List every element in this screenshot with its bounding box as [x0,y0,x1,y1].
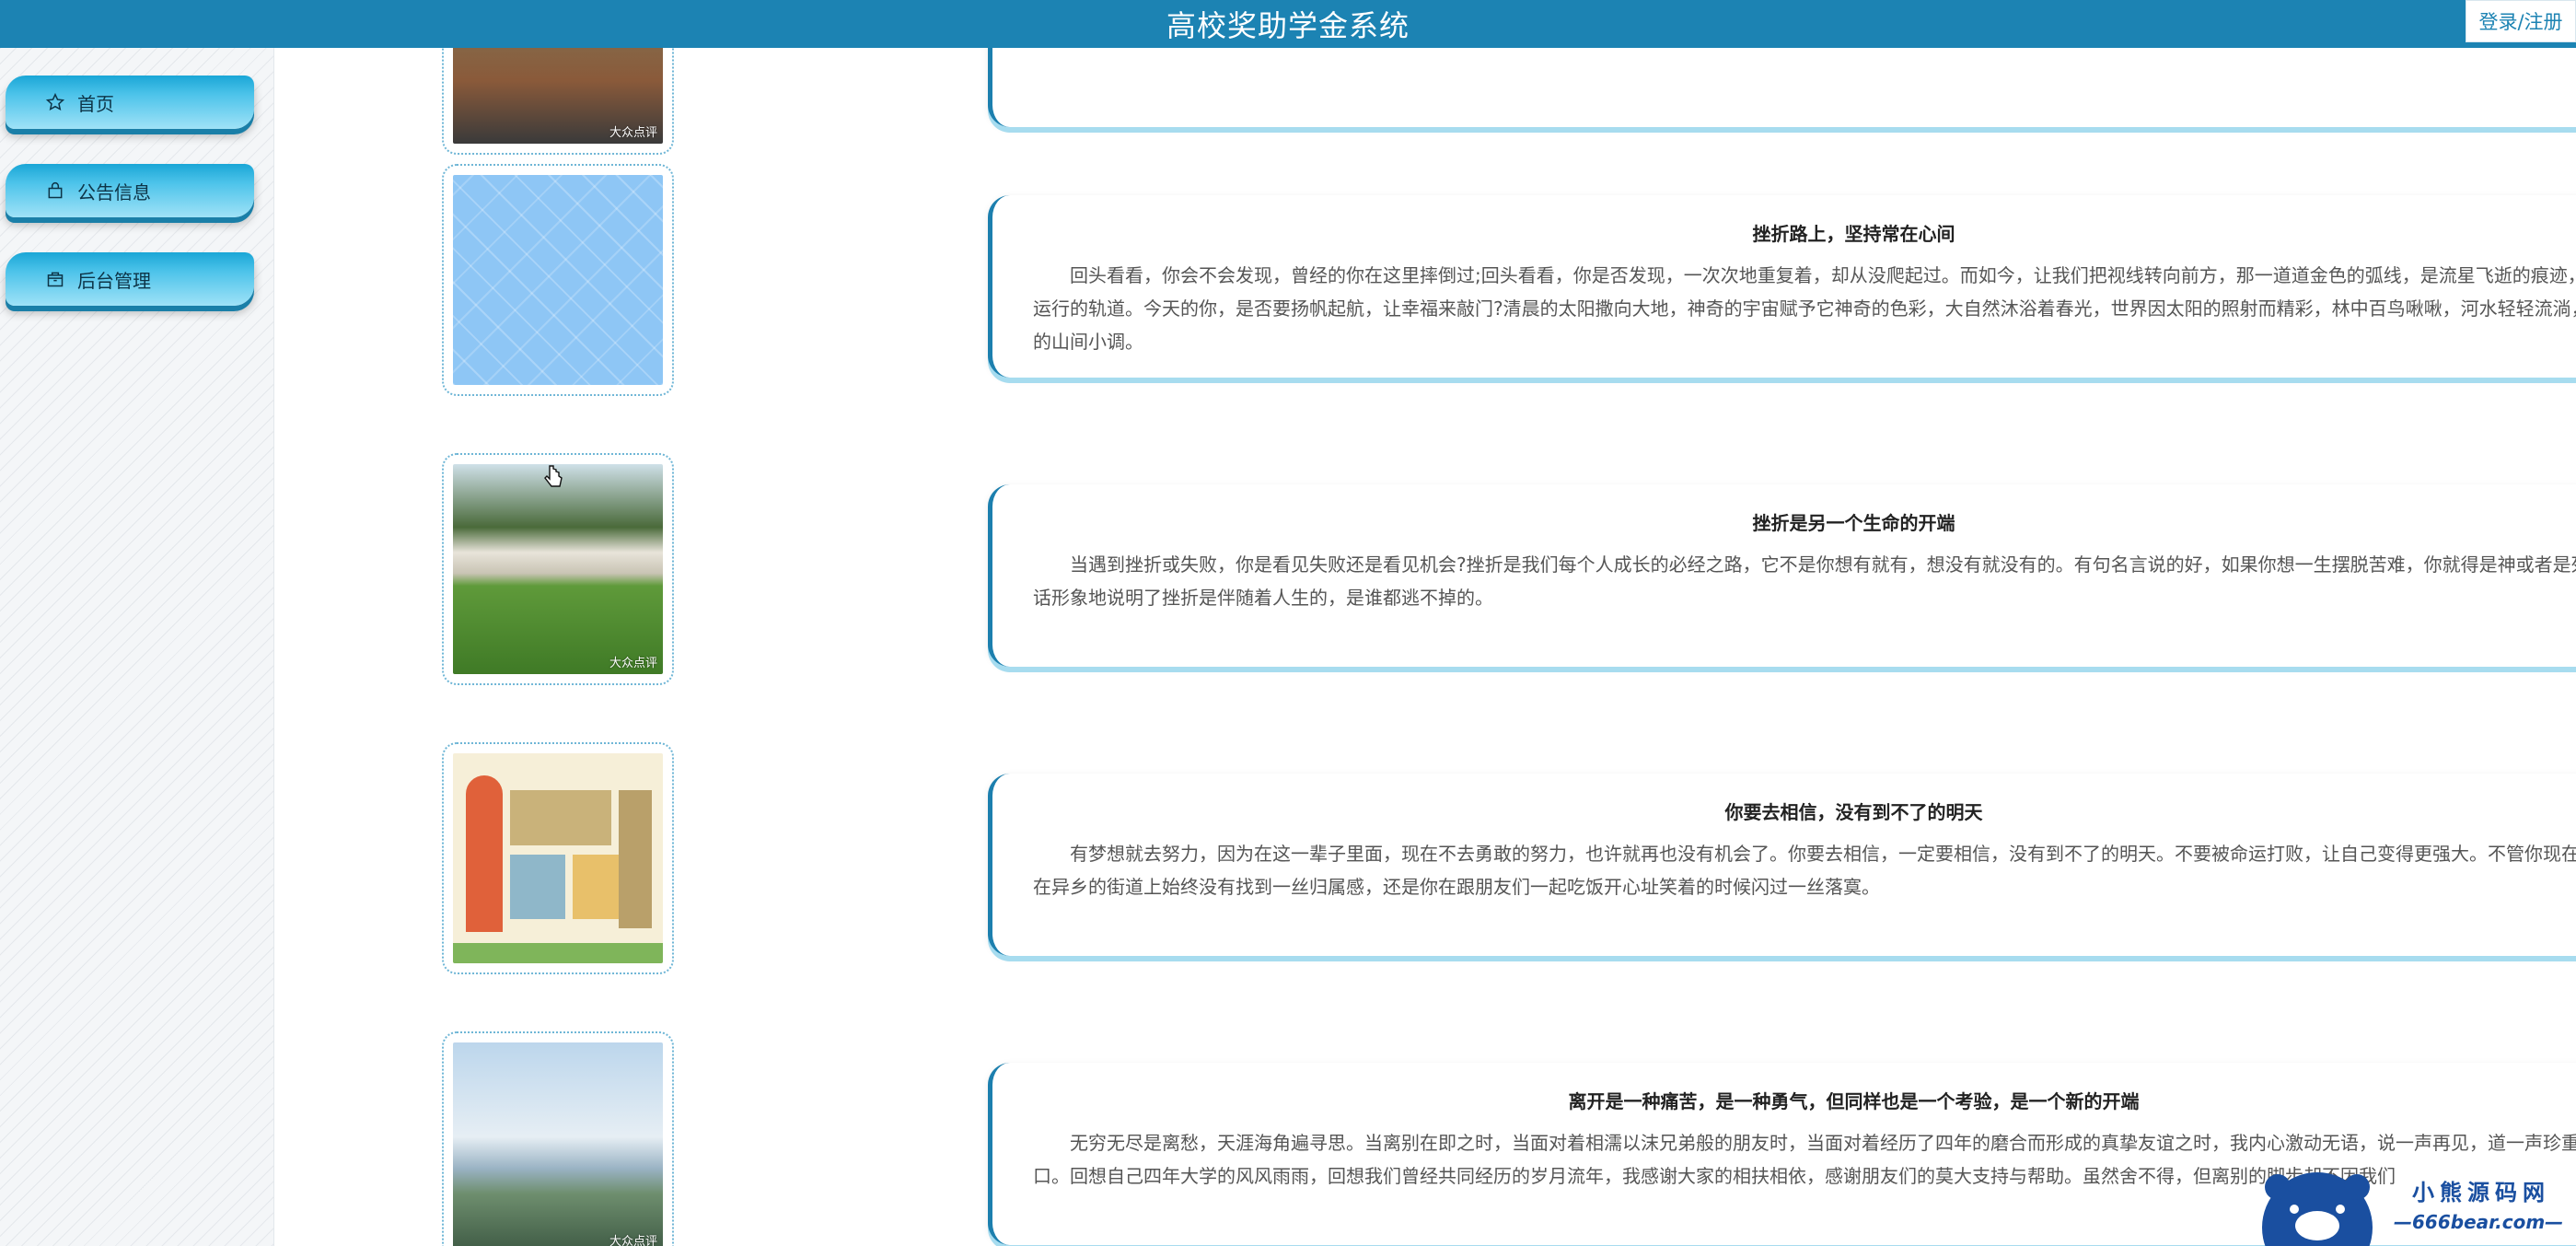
login-register-button[interactable]: 登录/注册 [2466,0,2576,42]
post-card[interactable]: 你要去相信，没有到不了的明天 有梦想就去努力，因为在这一辈子里面，现在不去勇敢的… [988,774,2576,956]
page: 高校奖助学金系统 登录/注册 首页 公告信息 后台管理 大众点评 挫折路上，坚持… [0,0,2576,1246]
post-card[interactable]: 挫折是另一个生命的开端 当遇到挫折或失败，你是看见失败还是看见机会?挫折是我们每… [988,484,2576,667]
bag-icon [46,181,64,200]
campus-map-illustration [453,753,663,963]
campus-lawn-photo: 大众点评 [453,464,663,674]
post-body: 当遇到挫折或失败，你是看见失败还是看见机会?挫折是我们每个人成长的必经之路，它不… [1033,553,2576,609]
watermark-name: 小熊源码网 [2412,1180,2550,1205]
sidebar-item-label: 公告信息 [77,180,151,204]
hand-cursor-icon [544,465,563,487]
campus-aerial-photo: 大众点评 [453,1042,663,1246]
post-body: 有梦想就去努力，因为在这一辈子里面，现在不去勇敢的努力，也许就再也没有机会了。你… [1033,843,2576,898]
post-title: 你要去相信，没有到不了的明天 [1724,801,1983,823]
announcement-list: 大众点评 挫折路上，坚持常在心间 回头看看，你会不会发现，曾经的你在这里摔倒过;… [274,0,2576,1246]
dianping-watermark: 大众点评 [609,1235,657,1246]
sidebar-item-admin[interactable]: 后台管理 [6,252,254,306]
box-icon [46,270,64,288]
star-icon [46,93,64,111]
sidebar-item-label: 首页 [77,92,114,115]
dianping-watermark: 大众点评 [609,126,657,140]
post-thumbnail[interactable]: 大众点评 [442,1031,674,1246]
site-title: 高校奖助学金系统 [1166,8,1410,43]
top-header: 高校奖助学金系统 登录/注册 [0,0,2576,48]
post-thumbnail[interactable] [442,742,674,974]
post-thumbnail[interactable] [442,164,674,396]
post-body: 回头看看，你会不会发现，曾经的你在这里摔倒过;回头看看，你是否发现，一次次地重复… [1033,264,2576,353]
sidebar: 首页 公告信息 后台管理 [0,48,274,1246]
sidebar-item-announcements[interactable]: 公告信息 [6,164,254,217]
school-pattern-image [453,175,663,385]
post-title: 离开是一种痛苦，是一种勇气，但同样也是一个考验，是一个新的开端 [1568,1090,2140,1112]
post-card[interactable]: 挫折路上，坚持常在心间 回头看看，你会不会发现，曾经的你在这里摔倒过;回头看看，… [988,195,2576,378]
watermark-url: —666bear.com— [2394,1211,2564,1233]
sidebar-item-home[interactable]: 首页 [6,76,254,129]
sidebar-item-label: 后台管理 [77,269,151,292]
site-watermark: 小熊源码网 —666bear.com— [2256,1165,2576,1246]
bear-logo-icon [2262,1172,2373,1246]
dianping-watermark: 大众点评 [609,657,657,670]
post-title: 挫折是另一个生命的开端 [1752,512,1955,534]
post-title: 挫折路上，坚持常在心间 [1752,223,1955,245]
